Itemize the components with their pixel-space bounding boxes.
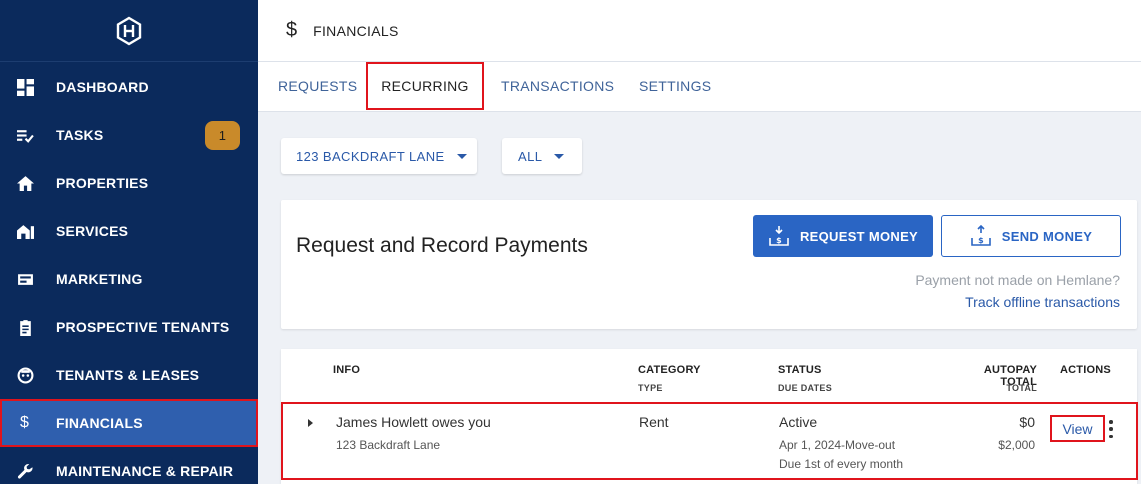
chevron-down-icon: [456, 153, 467, 159]
request-money-label: REQUEST MONEY: [799, 228, 919, 244]
expand-row-icon[interactable]: [308, 419, 313, 427]
marketing-icon: [0, 271, 56, 288]
card-heading: Request and Record Payments: [296, 234, 588, 257]
sidebar-item-label: PROPERTIES: [56, 175, 149, 191]
sidebar-item-label: MAINTENANCE & REPAIR: [56, 463, 234, 479]
column-header-status: STATUS: [778, 364, 822, 376]
tasks-count-badge: 1: [205, 120, 240, 150]
dashboard-icon: [0, 78, 56, 96]
request-money-icon: $: [769, 226, 789, 246]
tasks-icon: [0, 127, 56, 144]
svg-text:$: $: [978, 236, 984, 245]
sidebar-item-label: MARKETING: [56, 271, 143, 287]
sidebar-item-tasks[interactable]: TASKS 1: [0, 111, 258, 159]
sidebar: DASHBOARD TASKS 1 PROPERTIES SERVICES MA…: [0, 0, 258, 484]
status-filter-value: ALL: [518, 148, 543, 164]
column-subheader-type: TYPE: [638, 383, 663, 393]
sidebar-item-financials[interactable]: $ FINANCIALS: [0, 399, 258, 447]
tenant-face-icon: [0, 367, 56, 384]
wrench-icon: [0, 463, 56, 480]
financials-header-icon: $: [286, 19, 298, 41]
column-header-category: CATEGORY: [638, 364, 701, 376]
sidebar-item-label: PROSPECTIVE TENANTS: [56, 319, 230, 335]
status-filter-select[interactable]: ALL: [502, 138, 582, 174]
row-title: James Howlett owes you: [336, 414, 491, 430]
services-icon: [0, 223, 56, 240]
svg-text:$: $: [776, 236, 782, 245]
clipboard-icon: [0, 319, 56, 336]
send-money-button[interactable]: $ SEND MONEY: [941, 215, 1121, 257]
logo-icon: [116, 16, 142, 45]
row-autopay-total: $0: [1019, 414, 1035, 430]
sidebar-item-label: SERVICES: [56, 223, 129, 239]
sidebar-item-prospective-tenants[interactable]: PROSPECTIVE TENANTS: [0, 303, 258, 351]
column-subheader-total: TOTAL: [1006, 383, 1037, 393]
row-total: $2,000: [998, 438, 1035, 452]
table-row[interactable]: James Howlett owes you 123 Backdraft Lan…: [281, 402, 1138, 480]
property-select-value: 123 BACKDRAFT LANE: [296, 148, 445, 164]
tab-requests[interactable]: REQUESTS: [278, 62, 357, 110]
sidebar-item-label: FINANCIALS: [56, 415, 143, 431]
sidebar-item-services[interactable]: SERVICES: [0, 207, 258, 255]
row-category: Rent: [639, 414, 669, 430]
column-header-info: INFO: [333, 364, 361, 376]
view-button[interactable]: View: [1050, 415, 1105, 442]
row-date-range: Apr 1, 2024-Move-out: [779, 438, 896, 452]
dollar-icon: $: [20, 414, 30, 431]
offline-payment-note: Payment not made on Hemlane?: [915, 272, 1120, 288]
page-header: $ FINANCIALS: [258, 0, 1141, 62]
column-header-actions: ACTIONS: [1060, 364, 1111, 376]
sidebar-item-label: DASHBOARD: [56, 79, 149, 95]
property-select[interactable]: 123 BACKDRAFT LANE: [281, 138, 477, 174]
row-status: Active: [779, 414, 818, 430]
row-due-schedule: Due 1st of every month: [779, 457, 904, 471]
more-options-icon[interactable]: [1107, 420, 1115, 438]
recurring-payments-table: INFO CATEGORY TYPE STATUS DUE DATES AUTO…: [281, 349, 1138, 484]
sidebar-item-label: TENANTS & LEASES: [56, 367, 200, 383]
tab-transactions[interactable]: TRANSACTIONS: [501, 62, 614, 110]
sidebar-item-dashboard[interactable]: DASHBOARD: [0, 63, 258, 111]
sidebar-item-tenants-leases[interactable]: TENANTS & LEASES: [0, 351, 258, 399]
column-subheader-due-dates: DUE DATES: [778, 383, 833, 393]
home-icon: [0, 175, 56, 192]
hemlane-logo[interactable]: [0, 0, 258, 62]
send-money-icon: $: [970, 225, 991, 246]
chevron-down-icon: [554, 153, 565, 159]
track-offline-transactions-link[interactable]: Track offline transactions: [965, 294, 1120, 310]
request-payments-card: Request and Record Payments $ REQUEST MO…: [281, 200, 1137, 329]
row-address: 123 Backdraft Lane: [336, 438, 441, 452]
financials-tabs: REQUESTS RECURRING TRANSACTIONS SETTINGS: [258, 62, 1141, 112]
tab-recurring[interactable]: RECURRING: [366, 62, 484, 110]
sidebar-item-maintenance-repair[interactable]: MAINTENANCE & REPAIR: [0, 447, 258, 484]
tab-settings[interactable]: SETTINGS: [639, 62, 711, 110]
sidebar-item-marketing[interactable]: MARKETING: [0, 255, 258, 303]
send-money-label: SEND MONEY: [1001, 228, 1093, 244]
page-title: FINANCIALS: [313, 22, 399, 39]
sidebar-item-properties[interactable]: PROPERTIES: [0, 159, 258, 207]
request-money-button[interactable]: $ REQUEST MONEY: [753, 215, 933, 257]
